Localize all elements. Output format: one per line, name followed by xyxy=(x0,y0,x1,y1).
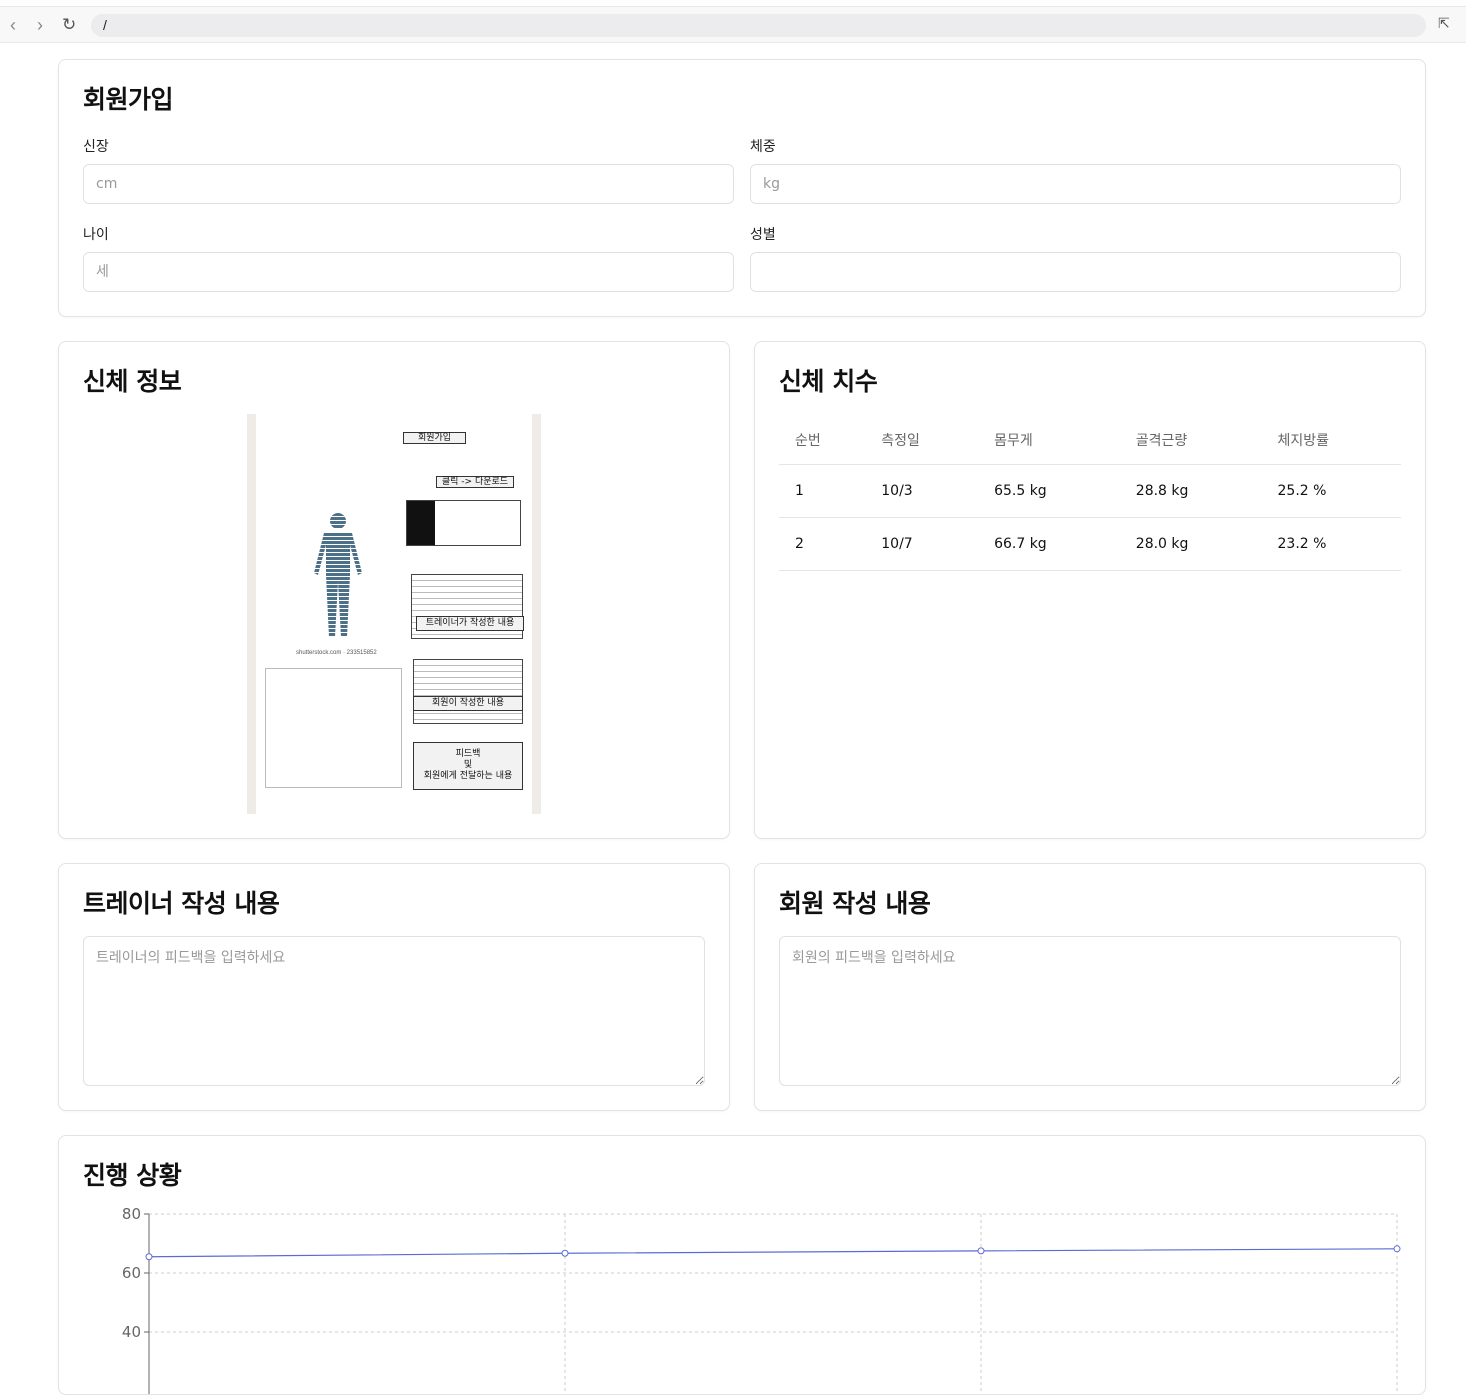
feedback-line: 및 xyxy=(463,760,473,770)
image-trainer-box: 트레이너가 작성한 내용 xyxy=(416,616,524,631)
data-point xyxy=(561,1249,569,1257)
body-info-title: 신체 정보 xyxy=(83,367,182,396)
y-tick-label: 40 xyxy=(122,1323,141,1341)
height-input[interactable] xyxy=(83,164,734,204)
cell: 28.0 kg xyxy=(1119,517,1262,571)
table-row: 1 10/3 65.5 kg 28.8 kg 25.2 % xyxy=(779,464,1401,518)
data-point xyxy=(1393,1245,1401,1253)
cell: 65.5 kg xyxy=(978,464,1120,518)
member-feedback-textarea[interactable] xyxy=(779,936,1401,1086)
cell: 2 xyxy=(779,517,866,571)
image-watermark: shutterstock.com · 233515852 xyxy=(296,650,377,656)
header-date: 측정일 xyxy=(865,416,979,465)
member-title: 회원 작성 내용 xyxy=(779,889,931,918)
cell: 23.2 % xyxy=(1261,517,1401,571)
browser-toolbar: ‹ › ↻ / ⇱ xyxy=(0,6,1466,43)
trainer-title: 트레이너 작성 내용 xyxy=(83,889,280,918)
body-diagram-image: 회원가입 클릭 -> 다운로드 shutterstock.com · 23351… xyxy=(247,414,541,814)
trainer-feedback-textarea[interactable] xyxy=(83,936,705,1086)
cell: 10/7 xyxy=(865,517,979,571)
data-point xyxy=(977,1247,985,1255)
cell: 66.7 kg xyxy=(978,517,1120,571)
feedback-line: 회원에게 전달하는 내용 xyxy=(423,771,513,781)
gender-input[interactable] xyxy=(750,252,1401,292)
forward-icon[interactable]: › xyxy=(37,15,43,36)
cursor-select-icon[interactable]: ⇱ xyxy=(1438,15,1450,32)
table-header: 순번 측정일 몸무게 골격근량 체지방률 xyxy=(779,416,1401,465)
signup-title: 회원가입 xyxy=(83,85,174,114)
feedback-line: 피드백 xyxy=(455,749,481,759)
y-tick-label: 60 xyxy=(122,1264,141,1282)
height-label: 신장 xyxy=(83,139,109,155)
trainer-card: 트레이너 작성 내용 xyxy=(58,863,730,1111)
image-member-box: 회원이 작성한 내용 xyxy=(413,696,523,711)
body-info-card: 신체 정보 회원가입 클릭 -> 다운로드 shutterstock.com ·… xyxy=(58,341,730,839)
header-weight: 몸무게 xyxy=(978,416,1120,465)
measurements-title: 신체 치수 xyxy=(779,367,878,396)
member-card: 회원 작성 내용 xyxy=(754,863,1426,1111)
human-silhouette-icon xyxy=(314,513,362,637)
header-muscle: 골격근량 xyxy=(1119,416,1262,465)
data-point xyxy=(145,1253,153,1261)
header-bodyfat: 체지방률 xyxy=(1261,416,1401,465)
measurements-table: 순번 측정일 몸무게 골격근량 체지방률 1 10/3 65.5 kg 28.8 kg… xyxy=(779,416,1401,571)
weight-input[interactable] xyxy=(750,164,1401,204)
header-index: 순번 xyxy=(779,416,866,465)
cell: 25.2 % xyxy=(1261,464,1401,518)
image-feedback-box: 피드백 및 회원에게 전달하는 내용 xyxy=(413,742,523,790)
table-row: 2 10/7 66.7 kg 28.0 kg 23.2 % xyxy=(779,517,1401,571)
image-signup-box: 회원가입 xyxy=(403,432,466,444)
image-download-box: 클릭 -> 다운로드 xyxy=(436,476,514,488)
progress-chart: 80 60 40 xyxy=(122,1205,1401,1394)
gender-label: 성별 xyxy=(750,227,776,243)
cell: 1 xyxy=(779,464,866,518)
age-label: 나이 xyxy=(83,227,109,243)
reload-icon[interactable]: ↻ xyxy=(62,15,76,35)
measurements-card: 신체 치수 순번 측정일 몸무게 골격근량 체지방률 1 10/3 65.5 kg 2… xyxy=(754,341,1426,839)
cell: 28.8 kg xyxy=(1119,464,1262,518)
series-line xyxy=(148,1248,1398,1258)
age-input[interactable] xyxy=(83,252,734,292)
signup-card: 회원가입 신장 체중 나이 성별 xyxy=(58,59,1426,317)
back-icon[interactable]: ‹ xyxy=(10,15,16,36)
cell: 10/3 xyxy=(865,464,979,518)
address-bar[interactable]: / xyxy=(91,14,1426,37)
progress-card: 진행 상황 80 60 40 xyxy=(58,1135,1426,1395)
y-tick-label: 80 xyxy=(122,1205,141,1223)
weight-label: 체중 xyxy=(750,139,776,155)
